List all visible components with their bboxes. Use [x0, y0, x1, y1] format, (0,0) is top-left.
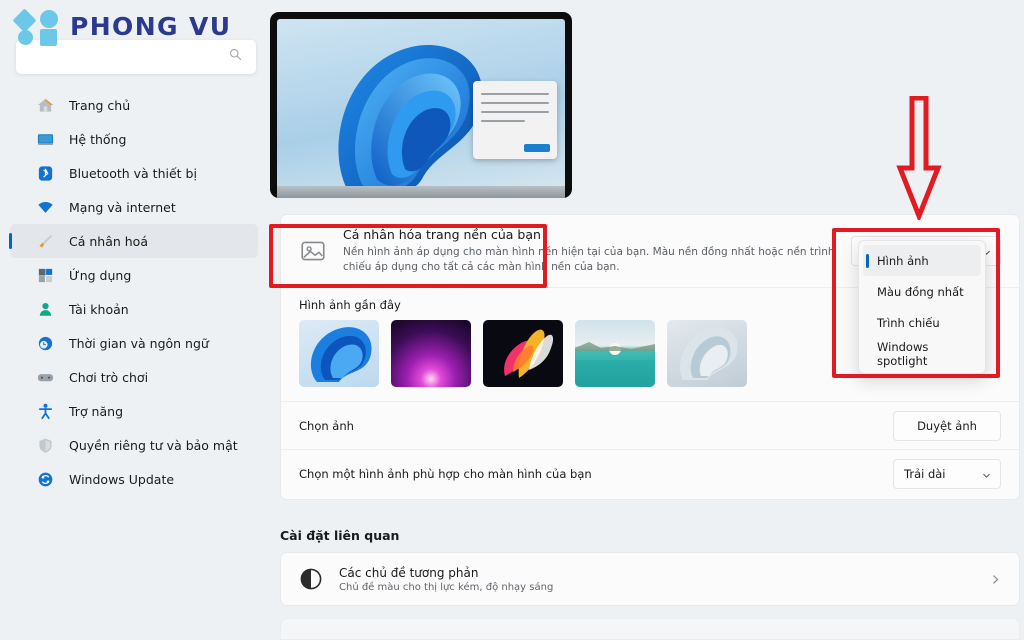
down-arrow-annotation-icon	[896, 96, 942, 220]
sidebar-item-label: Thời gian và ngôn ngữ	[69, 335, 209, 351]
search-icon	[230, 49, 242, 61]
image-fit-select[interactable]: Trải dài	[893, 458, 1001, 489]
home-icon	[36, 96, 55, 115]
sidebar-item-thoi-gian-ngon-ngu[interactable]: Thời gian và ngôn ngữ	[10, 326, 258, 360]
chevron-right-icon	[992, 574, 999, 584]
sidebar-item-ung-dung[interactable]: Ứng dụng	[10, 258, 258, 292]
contrast-description: Chủ đề màu cho thị lực kém, độ nhạy sáng	[339, 581, 554, 593]
thumbnail-wallpaper-bloom-blue[interactable]	[299, 320, 379, 387]
account-icon	[36, 300, 55, 319]
choose-image-label: Chọn ảnh	[299, 418, 354, 433]
sidebar-item-label: Mạng và internet	[69, 199, 176, 215]
preview-dialog	[473, 81, 557, 159]
dropdown-option-hinh-anh[interactable]: Hình ảnh	[863, 245, 981, 276]
personalize-texts: Cá nhân hóa trang nền của bạn Nền hình ả…	[343, 227, 839, 275]
dropdown-option-trinh-chieu[interactable]: Trình chiếu	[863, 307, 981, 338]
monitor-stand	[277, 186, 565, 198]
sidebar-item-label: Bluetooth và thiết bị	[69, 165, 197, 181]
brand-logo: PHONG VU	[12, 6, 232, 46]
sidebar-item-tro-nang[interactable]: Trợ năng	[10, 394, 258, 428]
image-fit-row: Chọn một hình ảnh phù hợp cho màn hình c…	[281, 450, 1019, 497]
thumbnail-wallpaper-lagoon-sunset[interactable]	[575, 320, 655, 387]
next-settings-card-partial	[280, 618, 1020, 640]
update-icon	[36, 470, 55, 489]
bluetooth-icon	[36, 164, 55, 183]
sidebar-item-label: Chơi trò chơi	[69, 369, 149, 385]
sidebar-item-label: Trang chủ	[69, 97, 131, 113]
sidebar-item-label: Windows Update	[69, 471, 175, 487]
thumbnail-wallpaper-purple-glow[interactable]	[391, 320, 471, 387]
sidebar-item-choi-tro-choi[interactable]: Chơi trò chơi	[10, 360, 258, 394]
sidebar-item-label: Quyền riêng tư và bảo mật	[69, 437, 238, 453]
personalize-title: Cá nhân hóa trang nền của bạn	[343, 226, 541, 242]
contrast-texts: Các chủ đề tương phản Chủ đề màu cho thị…	[339, 566, 990, 593]
desktop-preview	[270, 12, 582, 208]
sidebar-item-mang-internet[interactable]: Mạng và internet	[10, 190, 258, 224]
thumbnail-wallpaper-white-bloom[interactable]	[667, 320, 747, 387]
sidebar-item-he-thong[interactable]: Hệ thống	[10, 122, 258, 156]
settings-window: PHONG VU Trang chủ Hệ thống Bluetooth và…	[0, 0, 1024, 640]
monitor-frame	[270, 12, 572, 198]
accessibility-icon	[36, 402, 55, 421]
sidebar-item-label: Trợ năng	[69, 403, 123, 419]
sidebar-item-tai-khoan[interactable]: Tài khoản	[10, 292, 258, 326]
sidebar-item-windows-update[interactable]: Windows Update	[10, 462, 258, 496]
sidebar-item-label: Hệ thống	[69, 131, 127, 147]
dropdown-option-mau-dong-nhat[interactable]: Màu đồng nhất	[863, 276, 981, 307]
sidebar-item-label: Cá nhân hoá	[69, 233, 148, 249]
gamepad-icon	[36, 368, 55, 387]
brush-icon	[36, 232, 55, 251]
related-settings-title: Cài đặt liên quan	[280, 528, 400, 543]
sidebar-item-label: Tài khoản	[69, 301, 129, 317]
chevron-down-icon	[983, 473, 990, 478]
dropdown-option-label: Trình chiếu	[877, 315, 940, 330]
monitor-icon	[36, 130, 55, 149]
sidebar-item-trang-chu[interactable]: Trang chủ	[10, 88, 258, 122]
image-fit-value: Trải dài	[904, 466, 946, 481]
shield-icon	[36, 436, 55, 455]
monitor-screen	[277, 19, 565, 198]
contrast-themes-card[interactable]: Các chủ đề tương phản Chủ đề màu cho thị…	[280, 552, 1020, 606]
choose-image-row: Chọn ảnh Duyệt ảnh	[281, 402, 1019, 449]
personalize-description: Nền hình ảnh áp dụng cho màn hình nền hi…	[343, 245, 835, 273]
image-fit-label: Chọn một hình ảnh phù hợp cho màn hình c…	[299, 466, 592, 481]
phongvu-logo-icon	[12, 6, 60, 46]
dropdown-option-windows-spotlight[interactable]: Windows spotlight	[863, 338, 981, 369]
clock-globe-icon	[36, 334, 55, 353]
background-type-dropdown[interactable]: Hình ảnh Màu đồng nhất Trình chiếu Windo…	[858, 240, 986, 374]
contrast-title: Các chủ đề tương phản	[339, 565, 479, 580]
thumbnail-wallpaper-abstract-flow[interactable]	[483, 320, 563, 387]
sidebar-item-quyen-rieng-tu[interactable]: Quyền riêng tư và bảo mật	[10, 428, 258, 462]
browse-photos-button[interactable]: Duyệt ảnh	[893, 410, 1001, 441]
contrast-icon	[299, 567, 323, 591]
sidebar-item-label: Ứng dụng	[69, 267, 132, 283]
dropdown-option-label: Màu đồng nhất	[877, 284, 964, 299]
apps-icon	[36, 266, 55, 285]
dropdown-option-label: Hình ảnh	[877, 253, 929, 268]
brand-name: PHONG VU	[70, 11, 232, 41]
wifi-icon	[36, 198, 55, 217]
sidebar-item-ca-nhan-hoa[interactable]: Cá nhân hoá	[9, 224, 258, 258]
sidebar-item-bluetooth[interactable]: Bluetooth và thiết bị	[10, 156, 258, 190]
sidebar-nav: Trang chủ Hệ thống Bluetooth và thiết bị…	[0, 88, 268, 496]
sidebar: PHONG VU Trang chủ Hệ thống Bluetooth và…	[0, 0, 268, 640]
image-icon	[299, 237, 327, 265]
dropdown-option-label: Windows spotlight	[877, 339, 929, 368]
